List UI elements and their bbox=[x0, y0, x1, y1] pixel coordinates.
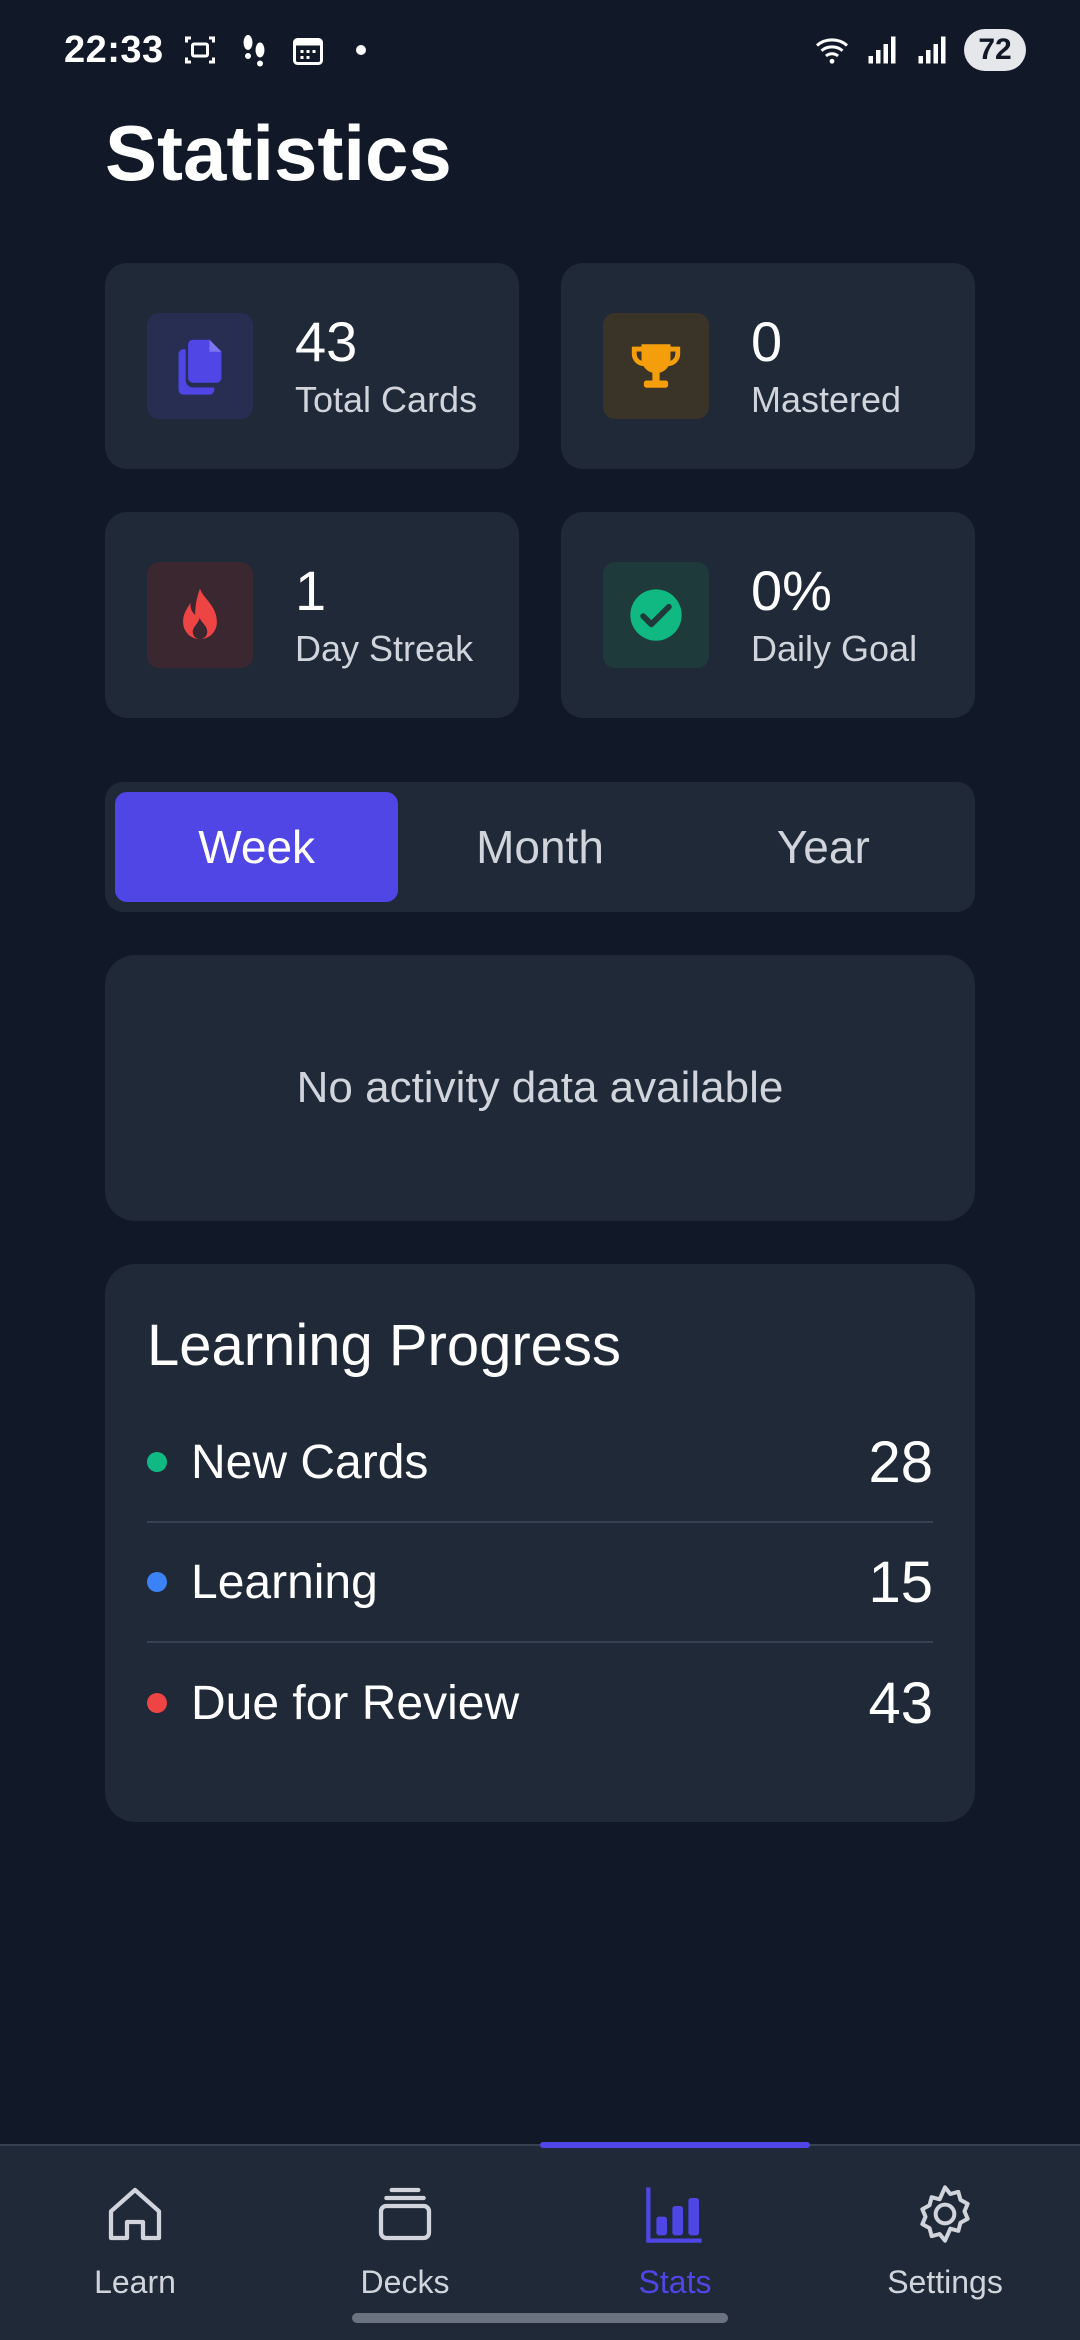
stat-value: 0 bbox=[751, 310, 783, 374]
stat-icon-box bbox=[147, 562, 253, 668]
tab-week[interactable]: Week bbox=[115, 792, 399, 902]
nav-item-learn[interactable]: Learn bbox=[0, 2146, 270, 2340]
home-icon bbox=[108, 2187, 162, 2241]
stat-card-mastered: 0 Mastered bbox=[561, 263, 975, 469]
row-value: 43 bbox=[868, 1670, 933, 1736]
screenshot-icon bbox=[184, 36, 215, 64]
stat-text: 43 Total Cards bbox=[295, 311, 477, 421]
stat-label: Mastered bbox=[751, 378, 902, 420]
signal-icon bbox=[918, 36, 946, 64]
tab-year[interactable]: Year bbox=[682, 792, 965, 902]
status-dot bbox=[147, 1572, 167, 1592]
status-time: 22:33 bbox=[64, 28, 164, 71]
battery-level: 72 bbox=[964, 29, 1026, 71]
stat-icon-box bbox=[603, 562, 709, 668]
stat-label: Day Streak bbox=[295, 627, 474, 669]
stat-text: 0% Daily Goal bbox=[751, 560, 917, 670]
stat-card-day-streak: 1 Day Streak bbox=[105, 512, 519, 718]
nav-label: Settings bbox=[887, 2264, 1003, 2300]
calendar-icon bbox=[292, 38, 323, 65]
status-dot bbox=[147, 1452, 167, 1472]
home-indicator[interactable] bbox=[352, 2313, 728, 2323]
nav-item-decks[interactable]: Decks bbox=[270, 2146, 540, 2340]
signal-icon bbox=[868, 36, 896, 64]
status-bar: 22:33 72 bbox=[0, 0, 1080, 100]
stat-icon-box bbox=[147, 313, 253, 419]
stat-value: 0% bbox=[751, 559, 832, 623]
active-tab-indicator bbox=[540, 2142, 810, 2148]
stat-label: Total Cards bbox=[295, 378, 478, 420]
decks-icon bbox=[378, 2187, 432, 2241]
status-dot bbox=[147, 1693, 167, 1713]
activity-empty-text: No activity data available bbox=[296, 1063, 784, 1112]
learning-progress-card: Learning Progress New Cards 28 Learning … bbox=[105, 1264, 975, 1822]
activity-card: No activity data available bbox=[105, 955, 975, 1221]
nav-item-settings[interactable]: Settings bbox=[810, 2146, 1080, 2340]
page-title: Statistics bbox=[105, 109, 452, 197]
tab-month[interactable]: Month bbox=[398, 792, 681, 902]
stat-card-daily-goal: 0% Daily Goal bbox=[561, 512, 975, 718]
stat-value: 43 bbox=[295, 310, 358, 374]
gear-icon bbox=[920, 2185, 970, 2243]
row-left: New Cards bbox=[147, 1435, 428, 1490]
row-value: 28 bbox=[868, 1429, 933, 1495]
stat-icon-box bbox=[603, 313, 709, 419]
stat-text: 1 Day Streak bbox=[295, 560, 473, 670]
row-left: Due for Review bbox=[147, 1676, 519, 1731]
stat-text: 0 Mastered bbox=[751, 311, 901, 421]
progress-row-new-cards: New Cards 28 bbox=[147, 1403, 933, 1523]
bottom-nav: Learn Decks Stats Settings bbox=[0, 2142, 1080, 2340]
steps-icon bbox=[243, 35, 265, 67]
row-value: 15 bbox=[868, 1549, 933, 1615]
nav-label: Learn bbox=[94, 2264, 176, 2300]
wifi-icon bbox=[815, 38, 849, 64]
nav-label: Decks bbox=[360, 2264, 450, 2300]
stat-card-total-cards: 43 Total Cards bbox=[105, 263, 519, 469]
progress-row-learning: Learning 15 bbox=[147, 1523, 933, 1643]
stat-value: 1 bbox=[295, 559, 327, 623]
nav-item-stats[interactable]: Stats bbox=[540, 2146, 810, 2340]
nav-label: Stats bbox=[638, 2264, 712, 2300]
cards-icon bbox=[178, 339, 222, 395]
trophy-icon bbox=[631, 344, 681, 388]
row-label: Due for Review bbox=[191, 1676, 520, 1730]
flame-icon bbox=[183, 588, 217, 640]
stat-label: Daily Goal bbox=[751, 627, 918, 669]
period-tabs: Week Month Year bbox=[105, 782, 975, 912]
status-right: 72 bbox=[814, 29, 1026, 71]
notification-dot bbox=[355, 45, 366, 55]
bar-chart-icon bbox=[646, 2187, 702, 2243]
check-circle-icon bbox=[630, 589, 682, 641]
progress-row-due-for-review: Due for Review 43 bbox=[147, 1643, 933, 1763]
row-label: New Cards bbox=[191, 1435, 429, 1489]
row-label: Learning bbox=[191, 1555, 378, 1609]
row-left: Learning bbox=[147, 1555, 378, 1610]
status-left: 22:33 bbox=[64, 29, 366, 72]
learning-progress-title: Learning Progress bbox=[147, 1313, 621, 1378]
